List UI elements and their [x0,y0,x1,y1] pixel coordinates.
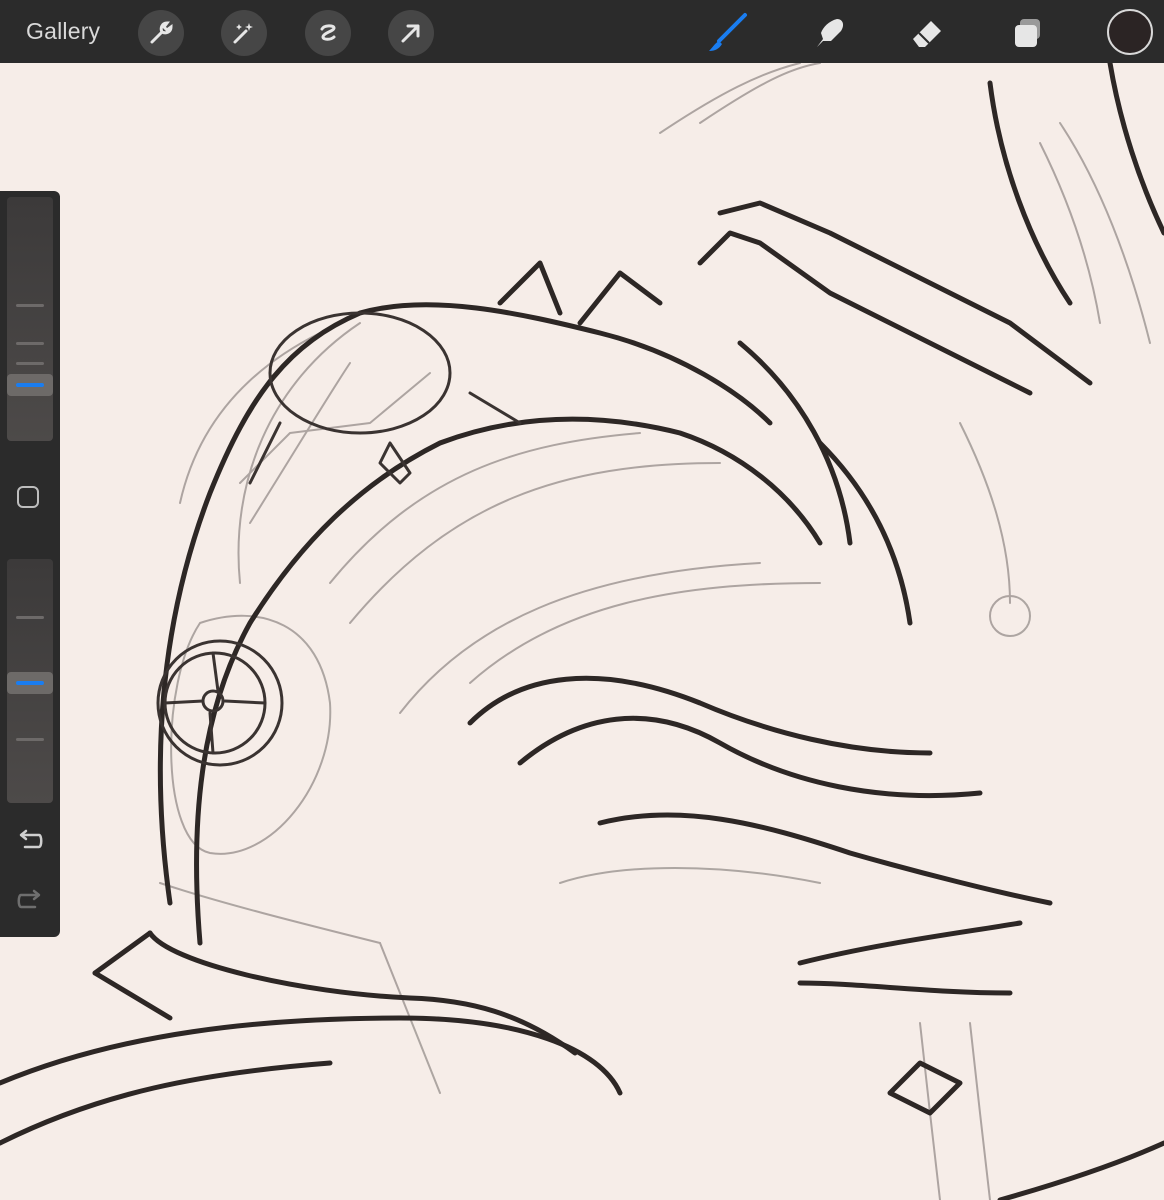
redo-icon[interactable] [15,885,45,915]
layers-icon [1015,19,1040,47]
smudge-tool-button[interactable] [804,8,854,58]
slider-tick [16,342,44,345]
slider-handle-indicator [16,681,44,685]
opacity-slider[interactable] [7,559,53,803]
top-toolbar: Gallery [0,0,1164,63]
adjustments-wand-button[interactable] [221,10,267,56]
selection-button[interactable] [305,10,351,56]
drawing-canvas[interactable] [0,63,1164,1200]
slider-tick [16,362,44,365]
brush-tool-button[interactable] [702,8,752,58]
brush-icon [709,13,747,51]
opacity-handle[interactable] [7,672,53,694]
actions-wrench-button[interactable] [138,10,184,56]
left-sidebar [0,191,60,937]
gallery-button[interactable]: Gallery [26,16,100,46]
slider-tick [16,304,44,307]
transform-arrow-icon [401,24,420,43]
slider-tick [16,616,44,619]
smudge-icon [817,19,844,47]
undo-icon[interactable] [15,825,45,855]
color-swatch-button[interactable] [1107,9,1153,55]
brush-size-handle[interactable] [7,374,53,396]
brush-size-slider[interactable] [7,197,53,441]
magic-wand-icon [233,23,253,44]
wrench-icon [150,21,173,44]
slider-tick [16,738,44,741]
selection-icon [320,24,336,41]
eraser-tool-button[interactable] [902,8,952,58]
slider-handle-indicator [16,383,44,387]
layers-button[interactable] [1003,8,1053,58]
modify-square-icon[interactable] [17,486,39,508]
transform-button[interactable] [388,10,434,56]
eraser-icon [913,21,941,47]
